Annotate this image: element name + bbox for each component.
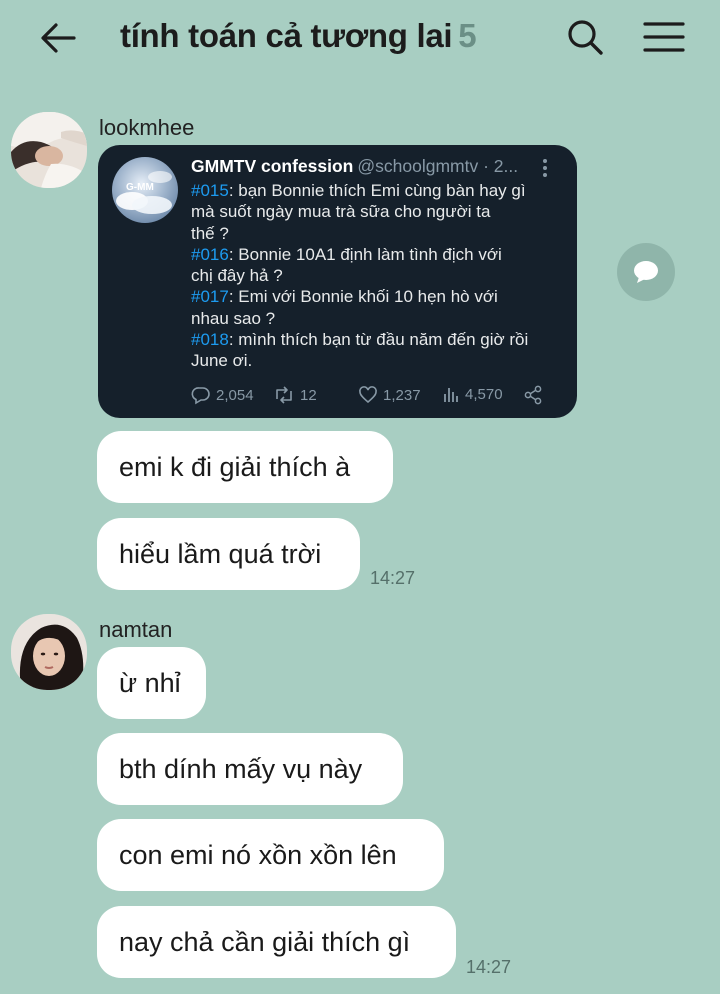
message-text: nay chả cần giải thích gì (119, 926, 411, 957)
message-text: ừ nhỉ (119, 667, 181, 698)
tweet-line: #015: bạn Bonnie thích Emi cùng bàn hay … (191, 180, 571, 201)
message-text: con emi nó xồn xồn lên (119, 839, 397, 870)
sender-name: namtan (99, 617, 173, 642)
tweet-line-text: mà suốt ngày mua trà sữa cho người ta (191, 202, 491, 222)
views-count: 4,570 (465, 385, 503, 403)
reply-icon (191, 387, 210, 405)
hashtag[interactable]: #015 (191, 181, 229, 200)
tweet-line-text: chị đây hả ? (191, 266, 283, 286)
tweet-card[interactable]: G-MM GMMTV confession @schoolgmmtv · 2...… (98, 145, 577, 418)
reply-action[interactable]: 2,054 (191, 385, 254, 405)
message-time: 14:27 (466, 957, 512, 977)
tweet-account-name: GMMTV confession (191, 156, 354, 176)
member-count: 5 (458, 17, 477, 54)
like-count: 1,237 (383, 386, 421, 404)
views-action[interactable]: 4,570 (442, 385, 503, 403)
arrow-left-icon (41, 23, 76, 53)
retweet-count: 12 (300, 386, 317, 404)
hashtag[interactable]: #018 (191, 330, 229, 349)
chat-bubble-icon (634, 261, 658, 283)
profile-photo (11, 614, 87, 690)
tweet-text: #015: bạn Bonnie thích Emi cùng bàn hay … (191, 180, 571, 372)
menu-button[interactable] (640, 14, 688, 60)
back-button[interactable] (36, 16, 80, 60)
tweet-header: GMMTV confession @schoolgmmtv · 2... (191, 156, 518, 177)
tweet-line-text: : mình thích bạn từ đầu năm đến giờ rồi (228, 330, 529, 350)
tweet-actions: 2,054 12 1,237 4,570 (191, 385, 561, 409)
message-bubble[interactable]: con emi nó xồn xồn lên (97, 819, 444, 891)
tweet-line-text: June ơi. (191, 351, 253, 371)
message-text: emi k đi giải thích à (119, 451, 351, 482)
forward-button[interactable] (617, 243, 675, 301)
search-icon (568, 20, 603, 55)
message-bubble[interactable]: bth dính mấy vụ này (97, 733, 403, 805)
sender-name: lookmhee (99, 115, 195, 140)
chat-title[interactable]: tính toán cả tương lai 5 (120, 17, 477, 55)
reply-count: 2,054 (216, 386, 254, 404)
hashtag[interactable]: #017 (191, 287, 229, 306)
group-name: tính toán cả tương lai (120, 17, 453, 54)
views-icon (444, 388, 458, 402)
tweet-line-text: : Bonnie 10A1 định làm tình địch với (228, 244, 502, 264)
tweet-line: mà suốt ngày mua trà sữa cho người ta (191, 201, 571, 222)
tweet-avatar: G-MM (112, 157, 178, 223)
tweet-line-text: : Emi với Bonnie khối 10 hẹn hò với (228, 287, 498, 307)
chat-header: tính toán cả tương lai 5 (0, 0, 720, 80)
tweet-avatar-logo: G-MM (126, 182, 154, 193)
message-bubble[interactable]: emi k đi giải thích à (97, 431, 393, 503)
heart-icon (359, 386, 377, 404)
tweet-line: #017: Emi với Bonnie khối 10 hẹn hò với (191, 286, 571, 307)
tweet-line: #016: Bonnie 10A1 định làm tình địch với (191, 244, 571, 265)
tweet-line: June ơi. (191, 350, 571, 371)
tweet-line: chị đây hả ? (191, 265, 571, 286)
tweet-line: thế ? (191, 223, 571, 244)
avatar[interactable] (11, 112, 87, 188)
more-options-icon[interactable] (542, 159, 548, 177)
like-action[interactable]: 1,237 (358, 385, 421, 405)
tweet-line: #018: mình thích bạn từ đầu năm đến giờ … (191, 329, 571, 350)
avatar[interactable] (11, 614, 87, 690)
message-bubble[interactable]: hiểu lầm quá trời (97, 518, 360, 590)
retweet-icon (276, 386, 292, 404)
profile-photo (11, 112, 87, 188)
tweet-line-text: : bạn Bonnie thích Emi cùng bàn hay gì (228, 181, 526, 200)
retweet-action[interactable]: 12 (273, 385, 317, 405)
tweet-line-text: nhau sao ? (191, 308, 276, 328)
search-button[interactable] (562, 14, 608, 60)
hashtag[interactable]: #016 (191, 245, 229, 264)
tweet-line: nhau sao ? (191, 308, 571, 329)
share-tweet-action[interactable] (523, 385, 543, 405)
menu-icon (643, 22, 685, 52)
message-text: hiểu lầm quá trời (119, 538, 322, 569)
tweet-handle: @schoolgmmtv · 2... (357, 156, 519, 176)
message-text: bth dính mấy vụ này (119, 753, 363, 784)
message-bubble[interactable]: nay chả cần giải thích gì (97, 906, 456, 978)
message-time: 14:27 (370, 568, 416, 588)
share-icon (524, 385, 542, 405)
message-bubble[interactable]: ừ nhỉ (97, 647, 206, 719)
tweet-line-text: thế ? (191, 223, 229, 243)
